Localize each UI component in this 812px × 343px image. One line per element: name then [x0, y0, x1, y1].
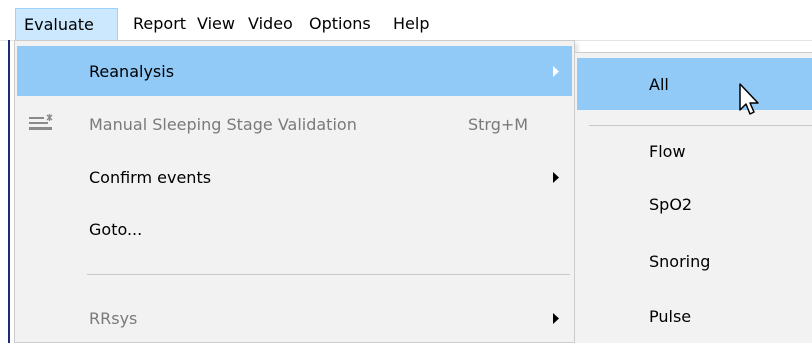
app-window: Evaluate Report View Video Options Help …: [0, 0, 812, 343]
menu-report-label: Report: [133, 14, 187, 33]
menu-item-reanalysis[interactable]: Reanalysis: [17, 46, 572, 96]
window-edge: [8, 40, 10, 343]
menu-help-label: Help: [393, 14, 430, 33]
menu-item-goto-label: Goto...: [89, 219, 143, 239]
submenu-arrow-icon: [553, 293, 560, 343]
submenu-item-snoring[interactable]: Snoring: [577, 238, 812, 284]
menu-item-confirm-events[interactable]: Confirm events: [17, 151, 572, 203]
menubar: Evaluate Report View Video Options Help: [0, 0, 812, 41]
menu-view[interactable]: View: [189, 8, 243, 40]
menu-options[interactable]: Options: [301, 8, 379, 40]
submenu-item-all-label: All: [649, 74, 669, 94]
menu-video[interactable]: Video: [240, 8, 301, 40]
menu-help[interactable]: Help: [385, 8, 437, 40]
menu-options-label: Options: [309, 14, 371, 33]
submenu-separator: [589, 125, 812, 126]
menu-item-manual-sleeping-stage-validation-label: Manual Sleeping Stage Validation: [89, 114, 357, 134]
menu-item-rrsys-label: RRsys: [89, 308, 138, 328]
shortcut-label: Strg+M: [468, 114, 529, 134]
submenu-item-spo2-label: SpO2: [649, 194, 693, 214]
menu-evaluate-label: Evaluate: [24, 15, 94, 34]
menu-video-label: Video: [248, 14, 293, 33]
menu-report[interactable]: Report: [125, 8, 194, 40]
submenu-arrow-icon: [553, 46, 560, 96]
submenu-item-spo2[interactable]: SpO2: [577, 181, 812, 227]
menu-item-goto[interactable]: Goto...: [17, 203, 572, 255]
mouse-pointer-icon: [739, 83, 759, 115]
reanalysis-submenu: All Flow SpO2 Snoring Pulse: [574, 52, 812, 343]
menu-item-reanalysis-label: Reanalysis: [89, 61, 175, 81]
menu-item-rrsys[interactable]: RRsys: [17, 293, 572, 343]
menu-separator: [87, 274, 570, 275]
submenu-item-flow-label: Flow: [649, 141, 686, 161]
menu-evaluate[interactable]: Evaluate: [15, 8, 118, 40]
submenu-item-flow[interactable]: Flow: [577, 128, 812, 174]
submenu-arrow-icon: [553, 151, 560, 203]
submenu-item-pulse-label: Pulse: [649, 306, 692, 326]
menu-view-label: View: [197, 14, 235, 33]
menu-item-manual-sleeping-stage-validation[interactable]: Manual Sleeping Stage Validation Strg+M: [17, 97, 572, 151]
submenu-item-pulse[interactable]: Pulse: [577, 293, 812, 339]
stage-validation-icon: [23, 97, 59, 151]
evaluate-menu: Reanalysis Manual Sleeping Stage Validat…: [14, 40, 575, 343]
submenu-item-all[interactable]: All: [577, 58, 812, 110]
submenu-item-snoring-label: Snoring: [649, 251, 711, 271]
menu-item-confirm-events-label: Confirm events: [89, 167, 212, 187]
